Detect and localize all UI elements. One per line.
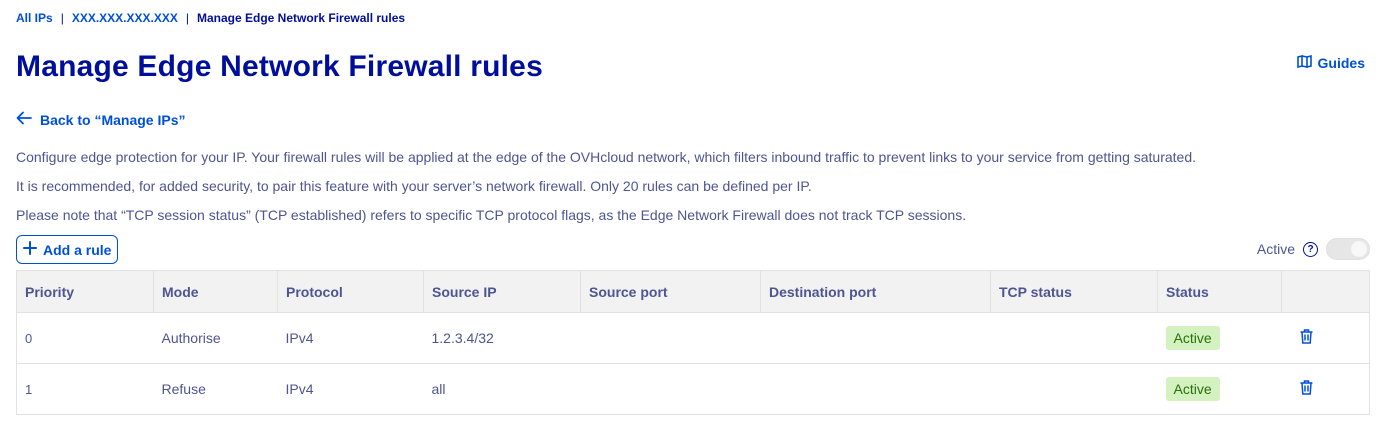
guides-link[interactable]: Guides: [1296, 54, 1365, 71]
description-line-3: Please note that “TCP session status” (T…: [16, 207, 967, 223]
cell-protocol: IPv4: [277, 363, 424, 415]
breadcrumb: All IPs | XXX.XXX.XXX.XXX | Manage Edge …: [16, 11, 405, 25]
cell-source-port: [580, 312, 761, 364]
column-header-mode: Mode: [153, 270, 278, 313]
column-header-source-port: Source port: [580, 270, 761, 313]
page-title: Manage Edge Network Firewall rules: [16, 50, 543, 83]
trash-icon[interactable]: [1300, 380, 1313, 395]
cell-tcp-status: [990, 312, 1158, 364]
cell-source-ip: all: [423, 363, 581, 415]
back-link-label: Back to “Manage IPs”: [40, 111, 186, 128]
arrow-left-icon: [16, 111, 32, 128]
cell-mode: Refuse: [153, 363, 278, 415]
status-badge: Active: [1165, 377, 1220, 401]
table-row: 0 Authorise IPv4 1.2.3.4/32 Active: [16, 312, 1370, 364]
back-to-manage-ips-link[interactable]: Back to “Manage IPs”: [16, 111, 186, 128]
cell-protocol: IPv4: [277, 312, 424, 364]
column-header-protocol: Protocol: [277, 270, 424, 313]
add-rule-label: Add a rule: [43, 241, 112, 258]
column-header-tcp-status: TCP status: [990, 270, 1158, 313]
column-header-status: Status: [1157, 270, 1282, 313]
cell-destination-port: [760, 312, 991, 364]
firewall-rules-table: Priority Mode Protocol Source IP Source …: [16, 270, 1370, 415]
table-row: 1 Refuse IPv4 all Active: [16, 363, 1370, 415]
cell-source-port: [580, 363, 761, 415]
add-rule-button[interactable]: Add a rule: [16, 235, 119, 264]
cell-mode: Authorise: [153, 312, 278, 364]
cell-actions: [1281, 312, 1370, 364]
breadcrumb-all-ips[interactable]: All IPs: [16, 11, 53, 25]
firewall-active-control: Active ?: [1257, 238, 1370, 260]
description-line-1: Configure edge protection for your IP. Y…: [16, 149, 1197, 165]
toggle-knob: [1351, 241, 1367, 257]
firewall-active-toggle[interactable]: [1326, 238, 1370, 260]
cell-priority: 0: [16, 312, 154, 364]
cell-tcp-status: [990, 363, 1158, 415]
cell-priority: 1: [16, 363, 154, 415]
active-label: Active: [1256, 241, 1295, 257]
question-circle-icon[interactable]: ?: [1303, 241, 1318, 257]
breadcrumb-ip[interactable]: XXX.XXX.XXX.XXX: [72, 11, 178, 25]
breadcrumb-separator: |: [185, 11, 189, 25]
trash-icon[interactable]: [1300, 329, 1313, 344]
column-header-actions: [1281, 270, 1370, 313]
plus-icon: [23, 241, 37, 258]
column-header-source-ip: Source IP: [423, 270, 581, 313]
breadcrumb-current: Manage Edge Network Firewall rules: [197, 11, 406, 25]
cell-actions: [1281, 363, 1370, 415]
table-header-row: Priority Mode Protocol Source IP Source …: [16, 270, 1370, 313]
book-icon: [1296, 54, 1312, 71]
column-header-priority: Priority: [16, 270, 154, 313]
cell-destination-port: [760, 363, 991, 415]
cell-status: Active: [1157, 363, 1282, 415]
cell-source-ip: 1.2.3.4/32: [423, 312, 581, 364]
guides-label: Guides: [1317, 55, 1365, 71]
cell-status: Active: [1157, 312, 1282, 364]
breadcrumb-separator: |: [60, 11, 64, 25]
column-header-destination-port: Destination port: [760, 270, 991, 313]
status-badge: Active: [1165, 326, 1220, 350]
description-line-2: It is recommended, for added security, t…: [16, 178, 812, 194]
